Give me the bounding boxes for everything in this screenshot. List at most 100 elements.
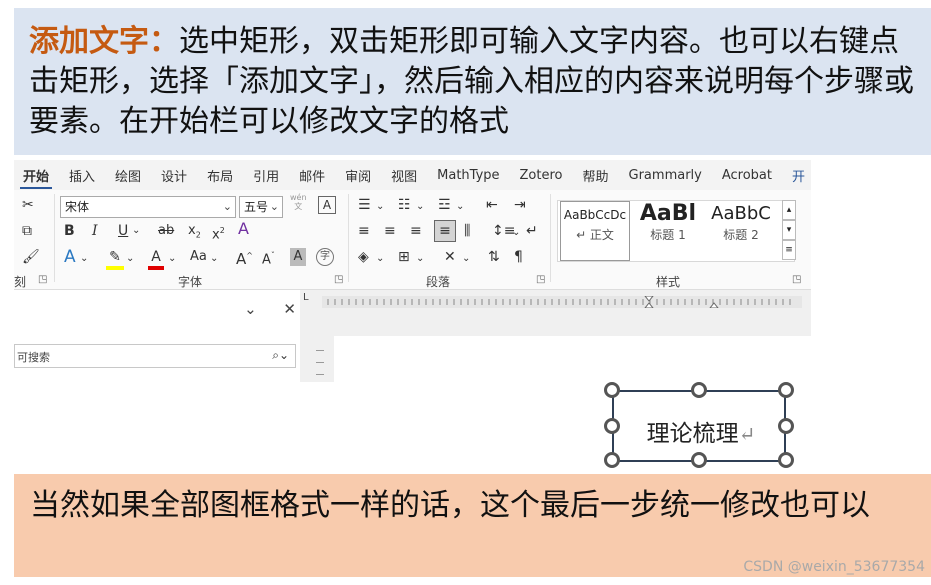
change-case-icon[interactable]: Aa [190,248,207,266]
style-heading-2[interactable]: AaBbC 标题 2 [706,201,776,261]
tab-item[interactable]: 插入 [66,162,98,189]
chevron-down-icon[interactable]: ⌄ [462,250,470,268]
font-size-select[interactable]: 五号 ⌄ [239,196,283,218]
resize-handle-top-left[interactable] [604,382,620,398]
show-marks-icon[interactable]: ¶ [514,248,523,266]
tab-item[interactable]: 开 [789,162,808,189]
grow-font-icon[interactable]: A^ [236,247,253,268]
ruler-bar[interactable] [322,296,802,308]
font-color-icon[interactable]: A [148,248,164,270]
shape-text[interactable]: 理论梳理↵ [614,414,788,448]
tab-item[interactable]: 绘图 [112,162,144,189]
tab-item[interactable]: Grammarly [626,164,705,187]
text-effects-icon[interactable]: A [64,248,76,266]
search-icon[interactable]: ⌕⌄ [272,348,289,363]
font-group-label: 字体 [178,275,203,289]
ribbon-body: ✂ ⧉ 🖌 刻 ◳ 宋体 ⌄ 五号 ⌄ wén 文 A B I U ⌄ ab x… [14,190,811,290]
chevron-down-icon[interactable]: ⌄ [456,198,464,216]
copy-icon[interactable]: ⧉ [22,222,32,240]
tab-item[interactable]: MathType [434,164,502,187]
sort-icon[interactable]: ⇅ [488,248,500,266]
chevron-down-icon[interactable]: ▾ [782,220,796,240]
shading-icon[interactable]: ◈ [358,248,369,266]
chevron-down-icon[interactable]: ⌄ [416,250,424,268]
chevron-down-icon[interactable]: ⌄ [210,250,218,268]
shrink-font-icon[interactable]: Aˇ [262,247,275,269]
chevron-down-icon[interactable]: ⌄ [168,250,176,268]
close-icon[interactable]: ✕ [283,300,296,318]
borders-icon[interactable]: ⊞ [398,248,410,266]
justify-icon[interactable]: ≡ [434,220,456,242]
subscript-icon[interactable]: x2 [188,222,201,245]
search-placeholder: 可搜索 [17,351,50,364]
return-mark: ↵ [738,422,756,446]
tab-item[interactable]: 布局 [204,162,236,189]
chevron-down-icon[interactable]: ⌄ [376,250,384,268]
nav-search-input[interactable]: 可搜索 ⌕⌄ [14,344,296,368]
styles-launcher-icon[interactable]: ◳ [792,274,801,285]
font-launcher-icon[interactable]: ◳ [334,274,343,285]
shape-text-value: 理论梳理 [646,421,739,447]
tab-item[interactable]: 审阅 [342,162,374,189]
bullets-icon[interactable]: ☰ [358,196,371,214]
tab-selector-icon[interactable]: L [303,292,309,303]
resize-handle-top-right[interactable] [778,382,794,398]
chevron-down-icon[interactable]: ⌄ [132,222,140,240]
char-border-icon[interactable]: A [318,196,336,214]
distributed-icon[interactable]: ⫼ [464,222,470,240]
tab-item[interactable]: 开始 [20,162,53,189]
tab-item[interactable]: 视图 [388,162,420,189]
chevron-down-icon[interactable]: ⌄ [376,198,384,216]
increase-indent-icon[interactable]: ⇥ [514,196,526,214]
chevron-down-icon: ⌄ [222,200,232,213]
chevron-down-icon[interactable]: ⌄ [512,224,520,242]
selected-shape[interactable]: 理论梳理↵ [600,382,798,468]
tab-item[interactable]: Acrobat [719,164,775,187]
chevron-down-icon[interactable]: ⌄ [126,250,134,268]
tab-item[interactable]: Zotero [517,164,566,187]
cut-icon[interactable]: ✂ [22,196,34,214]
navigation-pane: ⌄ ✕ 可搜索 ⌕⌄ [14,290,300,382]
resize-handle-top[interactable] [691,382,707,398]
superscript-icon[interactable]: x2 [212,222,225,244]
tab-item[interactable]: 设计 [158,162,190,189]
decrease-indent-icon[interactable]: ⇤ [486,196,498,214]
chinese-layout-icon[interactable]: ✕ [444,248,456,266]
strikethrough-icon[interactable]: ab [158,222,174,240]
resize-handle-bottom-right[interactable] [778,452,794,468]
resize-handle-left[interactable] [604,418,620,434]
paragraph-mark-icon[interactable]: ↵ [526,222,538,240]
align-right-icon[interactable]: ≡ [410,222,422,240]
enclose-char-icon[interactable]: 字 [316,248,334,266]
font-name-select[interactable]: 宋体 ⌄ [60,196,236,218]
resize-handle-right[interactable] [778,418,794,434]
style-normal[interactable]: AaBbCcDc ↵ 正文 [560,201,630,261]
multilevel-list-icon[interactable]: ☲ [438,196,451,214]
format-painter-icon[interactable]: 🖌 [22,248,40,266]
align-center-icon[interactable]: ≡ [384,222,396,240]
chevron-down-icon[interactable]: ⌄ [80,250,88,268]
paragraph-launcher-icon[interactable]: ◳ [536,274,545,285]
bold-icon[interactable]: B [64,222,75,240]
align-left-icon[interactable]: ≡ [358,222,370,240]
resize-handle-bottom-left[interactable] [604,452,620,468]
char-shading-icon[interactable]: A [290,248,306,266]
chevron-down-icon[interactable]: ⌄ [244,300,257,318]
chevron-down-icon[interactable]: ⌄ [416,198,424,216]
numbering-icon[interactable]: ☷ [398,196,411,214]
tab-item[interactable]: 引用 [250,162,282,189]
more-styles-icon[interactable]: ≡ [782,240,796,260]
clear-format-icon[interactable]: A [238,220,249,238]
indent-marker-bottom [644,302,654,308]
highlight-icon[interactable]: ✎ [106,248,124,270]
phonetic-guide-button[interactable]: wén 文 [290,193,307,211]
resize-handle-bottom[interactable] [691,452,707,468]
underline-icon[interactable]: U [118,222,128,240]
chevron-up-icon[interactable]: ▴ [782,200,796,220]
style-heading-1[interactable]: AaBl 标题 1 [634,201,702,261]
clipboard-launcher-icon[interactable]: ◳ [38,274,47,285]
tab-item[interactable]: 帮助 [580,162,612,189]
tab-item[interactable]: 邮件 [296,162,328,189]
italic-icon[interactable]: I [92,222,98,240]
watermark: CSDN @weixin_53677354 [743,559,925,575]
